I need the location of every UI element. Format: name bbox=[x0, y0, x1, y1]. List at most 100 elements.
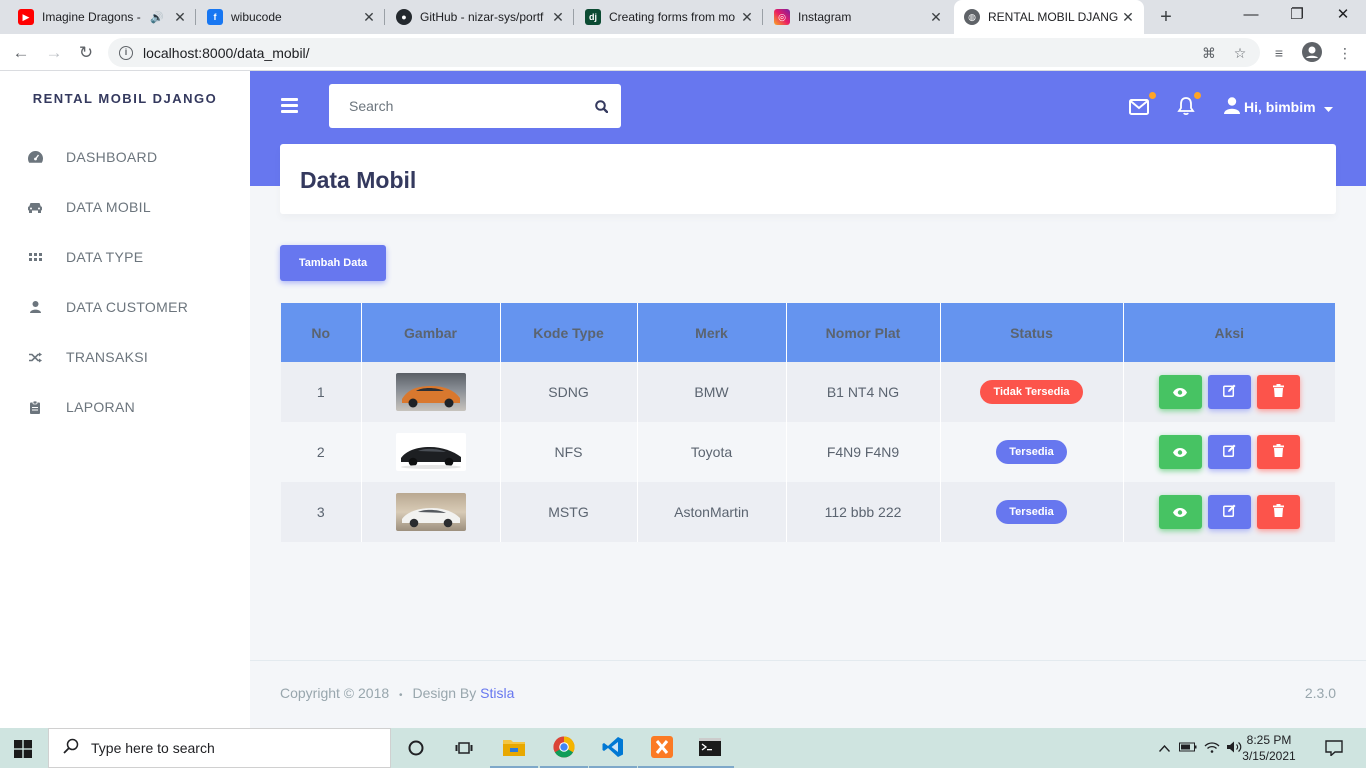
taskbar-search-input[interactable]: Type here to search bbox=[48, 728, 391, 768]
sidebar-item-data-type[interactable]: DATA TYPE bbox=[0, 237, 250, 277]
chrome-icon[interactable] bbox=[540, 728, 588, 768]
cortana-icon[interactable] bbox=[392, 728, 440, 768]
bell-icon[interactable] bbox=[1176, 96, 1198, 118]
view-button[interactable] bbox=[1158, 375, 1202, 409]
edit-button[interactable] bbox=[1207, 375, 1251, 409]
cell-aksi bbox=[1123, 362, 1335, 422]
xampp-icon[interactable] bbox=[638, 728, 686, 768]
browser-tab-rental[interactable]: ◍ RENTAL MOBIL DJANGO ✕ bbox=[954, 0, 1144, 34]
envelope-icon[interactable] bbox=[1129, 96, 1151, 118]
sidebar-item-transaksi[interactable]: TRANSAKSI bbox=[0, 337, 250, 377]
browser-tab-youtube[interactable]: ▶ Imagine Dragons - 🔊 ✕ bbox=[8, 0, 196, 34]
more-menu-icon[interactable]: ⋮ bbox=[1334, 42, 1356, 64]
cell-nomor-plat: F4N9 F4N9 bbox=[786, 422, 941, 482]
trash-icon bbox=[1272, 384, 1284, 400]
section-header: Data Mobil bbox=[280, 144, 1336, 214]
page-title: Data Mobil bbox=[300, 167, 417, 193]
translate-icon[interactable]: ⌘ bbox=[1198, 42, 1220, 64]
file-explorer-icon[interactable] bbox=[490, 728, 538, 768]
cell-gambar bbox=[361, 482, 501, 542]
clock-date: 3/15/2021 bbox=[1242, 749, 1296, 763]
chevron-up-icon[interactable] bbox=[1156, 741, 1172, 755]
sidebar: RENTAL MOBIL DJANGO DASHBOARD DATA MOBIL… bbox=[0, 71, 250, 728]
table-row: 1 SDNG BMW B1 NT4 NG Tidak Tersedia bbox=[281, 362, 1335, 422]
edit-button[interactable] bbox=[1207, 495, 1251, 529]
delete-button[interactable] bbox=[1256, 375, 1300, 409]
hamburger-menu-icon[interactable] bbox=[281, 98, 298, 113]
search-input[interactable]: Search bbox=[329, 84, 621, 128]
search-icon[interactable] bbox=[581, 99, 621, 113]
edit-icon bbox=[1222, 384, 1236, 400]
back-button[interactable]: ← bbox=[8, 40, 34, 66]
close-tab-icon[interactable]: ✕ bbox=[359, 9, 379, 26]
bell-notification-dot bbox=[1194, 92, 1201, 99]
delete-button[interactable] bbox=[1256, 495, 1300, 529]
cell-kode-type: NFS bbox=[500, 422, 638, 482]
notification-center-icon[interactable] bbox=[1310, 728, 1358, 768]
stisla-link[interactable]: Stisla bbox=[480, 685, 514, 701]
minimize-button[interactable]: — bbox=[1228, 0, 1274, 34]
info-icon[interactable]: i bbox=[119, 45, 133, 60]
url-field[interactable]: i localhost:8000/data_mobil/ bbox=[108, 38, 1260, 67]
delete-button[interactable] bbox=[1256, 435, 1300, 469]
sidebar-item-label: DASHBOARD bbox=[66, 149, 158, 165]
facebook-icon: f bbox=[207, 9, 223, 25]
youtube-icon: ▶ bbox=[18, 9, 34, 25]
task-view-icon[interactable] bbox=[440, 728, 488, 768]
shuffle-icon bbox=[27, 352, 43, 363]
wifi-icon[interactable] bbox=[1200, 741, 1224, 756]
grid-icon bbox=[27, 253, 43, 261]
search-icon bbox=[63, 738, 79, 759]
maximize-button[interactable]: ❐ bbox=[1274, 0, 1320, 34]
vscode-icon[interactable] bbox=[589, 728, 637, 768]
browser-tab-instagram[interactable]: ◎ Instagram ✕ bbox=[764, 0, 952, 34]
cell-aksi bbox=[1123, 482, 1335, 542]
sidebar-item-dashboard[interactable]: DASHBOARD bbox=[0, 137, 250, 177]
sidebar-item-data-mobil[interactable]: DATA MOBIL bbox=[0, 187, 250, 227]
taskbar-clock[interactable]: 8:25 PM 3/15/2021 bbox=[1236, 732, 1302, 764]
media-queue-icon[interactable]: ≡ bbox=[1268, 42, 1290, 64]
browser-tab-github[interactable]: ● GitHub - nizar-sys/portf ✕ bbox=[386, 0, 574, 34]
cell-no: 3 bbox=[281, 482, 362, 542]
close-tab-icon[interactable]: ✕ bbox=[926, 9, 946, 26]
avatar-icon bbox=[1224, 97, 1240, 117]
profile-icon[interactable] bbox=[1301, 42, 1323, 64]
view-button[interactable] bbox=[1158, 435, 1202, 469]
status-badge: Tersedia bbox=[996, 440, 1067, 464]
star-icon[interactable]: ☆ bbox=[1229, 42, 1251, 64]
close-window-button[interactable]: ✕ bbox=[1320, 0, 1366, 34]
add-data-button[interactable]: Tambah Data bbox=[280, 245, 386, 281]
reload-button[interactable]: ↻ bbox=[73, 40, 99, 66]
user-dropdown[interactable]: Hi, bimbim bbox=[1224, 97, 1333, 117]
browser-tab-django[interactable]: dj Creating forms from mo ✕ bbox=[575, 0, 763, 34]
column-header: Aksi bbox=[1123, 303, 1335, 362]
tab-title: RENTAL MOBIL DJANGO bbox=[988, 10, 1118, 24]
edit-button[interactable] bbox=[1207, 435, 1251, 469]
cell-gambar bbox=[361, 422, 501, 482]
battery-icon[interactable] bbox=[1176, 741, 1200, 755]
instagram-icon: ◎ bbox=[774, 9, 790, 25]
version-text: 2.3.0 bbox=[1304, 685, 1336, 701]
sidebar-item-data-customer[interactable]: DATA CUSTOMER bbox=[0, 287, 250, 327]
clipboard-icon bbox=[27, 400, 43, 414]
close-tab-icon[interactable]: ✕ bbox=[548, 9, 568, 26]
terminal-icon[interactable] bbox=[686, 728, 734, 768]
sidebar-item-laporan[interactable]: LAPORAN bbox=[0, 387, 250, 427]
close-tab-icon[interactable]: ✕ bbox=[1118, 9, 1138, 26]
edit-icon bbox=[1222, 444, 1236, 460]
speaker-icon[interactable]: 🔊 bbox=[150, 11, 164, 24]
eye-icon bbox=[1173, 505, 1188, 520]
footer-left: Copyright © 2018 • Design By Stisla bbox=[280, 685, 514, 701]
new-tab-button[interactable]: + bbox=[1154, 5, 1178, 29]
cell-merk: BMW bbox=[637, 362, 787, 422]
brand-title[interactable]: RENTAL MOBIL DJANGO bbox=[0, 91, 250, 106]
browser-tab-facebook[interactable]: f wibucode ✕ bbox=[197, 0, 385, 34]
sidebar-item-label: DATA CUSTOMER bbox=[66, 299, 189, 315]
close-tab-icon[interactable]: ✕ bbox=[170, 9, 190, 26]
url-text: localhost:8000/data_mobil/ bbox=[143, 44, 310, 61]
close-tab-icon[interactable]: ✕ bbox=[737, 9, 757, 26]
forward-button[interactable]: → bbox=[41, 40, 67, 66]
cell-nomor-plat: 112 bbb 222 bbox=[786, 482, 941, 542]
view-button[interactable] bbox=[1158, 495, 1202, 529]
windows-start-icon[interactable] bbox=[14, 740, 32, 758]
